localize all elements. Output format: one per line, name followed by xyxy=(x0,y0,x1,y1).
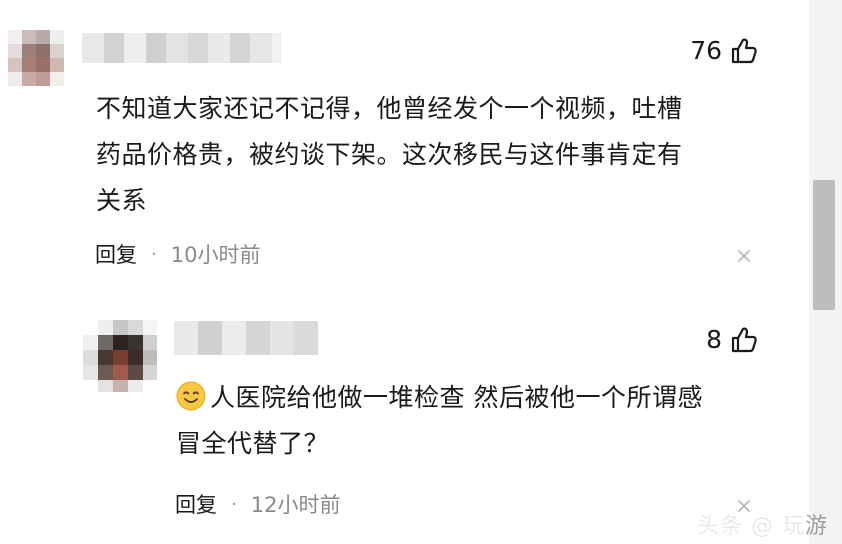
like-count: 8 xyxy=(706,325,722,354)
reply-button[interactable]: 回复 xyxy=(95,239,137,269)
comment-line: 药品价格贵，被约谈下架。这次移民与这件事肯定有 xyxy=(96,140,683,169)
like-count: 76 xyxy=(690,36,722,65)
comment-line: 关系 xyxy=(96,186,148,215)
close-icon[interactable] xyxy=(736,248,752,264)
username-blurred[interactable] xyxy=(174,321,318,355)
comment-line-text: 人医院给他做一堆检查 然后被他一个所谓感 xyxy=(210,383,703,412)
comment-line: 人医院给他做一堆检查 然后被他一个所谓感 xyxy=(176,375,776,421)
comment-time: 12小时前 xyxy=(250,493,341,517)
scrollbar-thumb[interactable] xyxy=(813,180,835,310)
avatar[interactable] xyxy=(8,30,64,86)
thumb-up-icon[interactable] xyxy=(730,326,758,354)
avatar[interactable] xyxy=(83,320,157,392)
meta-separator: · xyxy=(151,243,157,265)
comment-panel: 76 不知道大家还记不记得，他曾经发个一个视频，吐槽 药品价格贵，被约谈下架。这… xyxy=(0,0,842,544)
comment-meta: 回复 · 12小时前 xyxy=(175,487,340,521)
meta-separator: · xyxy=(231,493,237,515)
comment-line: 不知道大家还记不记得，他曾经发个一个视频，吐槽 xyxy=(96,94,683,123)
like-control[interactable]: 8 xyxy=(706,325,758,354)
watermark: 头条 @ 玩游 xyxy=(697,508,828,540)
comment-meta: 回复 · 10小时前 xyxy=(95,237,260,271)
smile-emoji xyxy=(176,381,206,411)
comment-time: 10小时前 xyxy=(170,243,261,267)
watermark-text: 游 xyxy=(804,514,828,539)
comment-text: 人医院给他做一堆检查 然后被他一个所谓感 冒全代替了？ xyxy=(176,375,776,467)
like-control[interactable]: 76 xyxy=(690,36,758,65)
reply-button[interactable]: 回复 xyxy=(175,489,217,519)
comment-text: 不知道大家还记不记得，他曾经发个一个视频，吐槽 药品价格贵，被约谈下架。这次移民… xyxy=(96,86,756,224)
watermark-faint-text: 头条 @ 玩 xyxy=(696,514,805,539)
thumb-up-icon[interactable] xyxy=(730,37,758,65)
username-blurred[interactable] xyxy=(82,33,282,63)
comment-line: 冒全代替了？ xyxy=(176,429,330,458)
